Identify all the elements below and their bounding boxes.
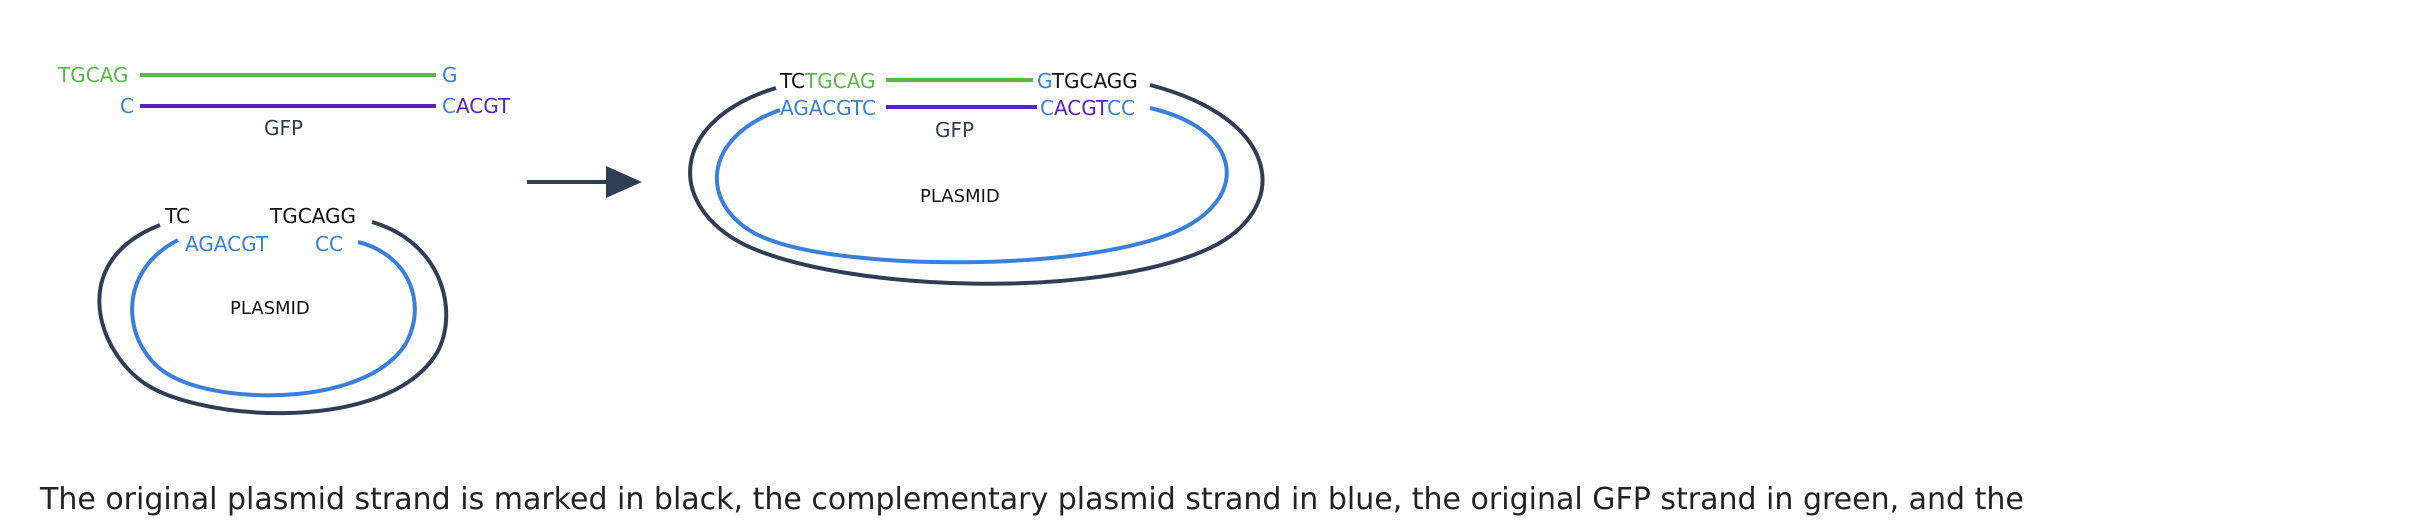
recombinant-bottom-acgt: ACGT <box>1054 96 1109 120</box>
right-arrow-icon <box>527 166 642 198</box>
recombinant-bottom-c: C <box>1040 96 1054 120</box>
recombinant-top-g: G <box>1037 69 1052 93</box>
gfp-top-left-seq: TGCAG <box>57 63 129 87</box>
plasmid-bottom-right-seq: CC <box>315 232 343 256</box>
figure-caption: The original plasmid strand is marked in… <box>40 482 2024 517</box>
gfp-label-left: GFP <box>264 116 303 140</box>
recombinant-bottom-cc: CC <box>1107 96 1135 120</box>
recombinant-bottom-right-seq: CACGTCC <box>1040 96 1135 120</box>
gfp-label-right: GFP <box>935 118 974 142</box>
recombinant-top-tc: TC <box>779 69 805 93</box>
plasmid-label-right: PLASMID <box>920 186 1000 207</box>
recombinant-top-tgcag: TGCAG <box>804 69 876 93</box>
gfp-bottom-right-c: C <box>442 94 456 118</box>
gfp-bottom-right-seq: CACGT <box>442 94 511 118</box>
gfp-bottom-right-acgt: ACGT <box>456 94 511 118</box>
plasmid-top-right-seq: TGCAGG <box>269 204 356 228</box>
plasmid-label-left: PLASMID <box>230 298 310 319</box>
recombinant-top-right-seq: GTGCAGG <box>1037 69 1138 93</box>
plasmid-top-left-seq: TC <box>164 204 190 228</box>
gfp-bottom-left-seq: C <box>120 94 134 118</box>
gfp-top-right-seq: G <box>442 63 458 87</box>
recombinant-bottom-left-seq: AGACGTC <box>780 96 876 120</box>
cloning-diagram: TGCAG G C CACGT GFP TC TGCAGG AGACGT CC … <box>57 63 1265 416</box>
plasmid-left: TC TGCAGG AGACGT CC PLASMID <box>97 204 449 416</box>
recombinant-plasmid: TCTGCAG GTGCAGG AGACGTC CACGTCC GFP PLAS… <box>688 69 1265 286</box>
recombinant-top-left-seq: TCTGCAG <box>779 69 876 93</box>
gfp-insert-left: TGCAG G C CACGT GFP <box>57 63 511 140</box>
recombinant-top-tgcagg: TGCAGG <box>1051 69 1138 93</box>
plasmid-bottom-left-seq: AGACGT <box>185 232 269 256</box>
